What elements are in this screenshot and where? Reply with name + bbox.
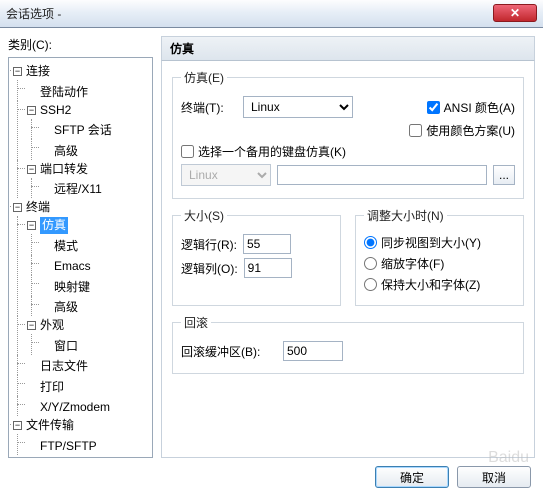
close-button[interactable]: ✕ — [493, 4, 537, 22]
watermark: Baidu — [488, 449, 529, 467]
tree-file-transfer[interactable]: 文件传输 — [26, 417, 74, 434]
tree-remote-x11[interactable]: 远程/X11 — [54, 181, 102, 198]
resize-group: 调整大小时(N) 同步视图到大小(Y) 缩放字体(F) 保持大小和字体(Z) — [355, 207, 524, 306]
resize-sync-radio[interactable]: 同步视图到大小(Y) — [364, 234, 481, 251]
size-group: 大小(S) 逻辑行(R): 逻辑列(O): — [172, 207, 341, 306]
use-scheme-checkbox[interactable]: 使用颜色方案(U) — [409, 122, 515, 139]
collapse-icon[interactable]: − — [13, 203, 22, 212]
browse-button[interactable]: ... — [493, 165, 515, 185]
ok-button[interactable]: 确定 — [375, 466, 449, 488]
tree-terminal[interactable]: 终端 — [26, 199, 50, 216]
collapse-icon[interactable]: − — [13, 67, 22, 76]
tree-modes[interactable]: 模式 — [54, 238, 78, 255]
category-label: 类别(C): — [8, 36, 153, 53]
window-title: 会话选项 - — [6, 5, 61, 22]
scrollback-label: 回滚缓冲区(B): — [181, 343, 277, 360]
emulation-legend: 仿真(E) — [181, 69, 227, 86]
close-icon: ✕ — [510, 6, 520, 20]
scrollback-input[interactable] — [283, 341, 343, 361]
emulation-group: 仿真(E) 终端(T): Linux ANSI 颜色(A) 使用颜色方案(U) … — [172, 69, 524, 199]
resize-legend: 调整大小时(N) — [364, 207, 447, 224]
scrollback-group: 回滚 回滚缓冲区(B): — [172, 314, 524, 374]
tree-login-actions[interactable]: 登陆动作 — [40, 84, 88, 101]
tree-emacs[interactable]: Emacs — [54, 258, 91, 275]
collapse-icon[interactable]: − — [13, 421, 22, 430]
category-tree[interactable]: −连接 登陆动作 −SSH2 SFTP 会话 高级 −端口转发 远程/X11 — [8, 57, 153, 458]
tree-xyzmodem[interactable]: X/Y/Zmodem — [40, 399, 110, 416]
tree-ssh2[interactable]: SSH2 — [40, 102, 71, 119]
collapse-icon[interactable]: − — [27, 165, 36, 174]
collapse-icon[interactable]: − — [27, 221, 36, 230]
terminal-select[interactable]: Linux — [243, 96, 353, 118]
rows-input[interactable] — [243, 234, 291, 254]
size-legend: 大小(S) — [181, 207, 227, 224]
tree-logfile[interactable]: 日志文件 — [40, 358, 88, 375]
tree-mapped-keys[interactable]: 映射键 — [54, 279, 90, 296]
tree-advanced[interactable]: 高级 — [54, 143, 78, 160]
panel-title: 仿真 — [161, 36, 535, 61]
alt-keyboard-checkbox[interactable]: 选择一个备用的键盘仿真(K) — [181, 143, 346, 160]
tree-connection[interactable]: 连接 — [26, 63, 50, 80]
title-bar: 会话选项 - ✕ — [0, 0, 543, 28]
tree-appearance[interactable]: 外观 — [40, 317, 64, 334]
terminal-label: 终端(T): — [181, 99, 237, 116]
cols-input[interactable] — [244, 258, 292, 278]
collapse-icon[interactable]: − — [27, 106, 36, 115]
ansi-color-checkbox[interactable]: ANSI 颜色(A) — [427, 99, 515, 116]
tree-sftp[interactable]: SFTP 会话 — [54, 122, 112, 139]
scrollback-legend: 回滚 — [181, 314, 211, 331]
tree-advanced2[interactable]: 高级 — [54, 299, 78, 316]
tree-port-forward[interactable]: 端口转发 — [40, 161, 88, 178]
resize-keep-radio[interactable]: 保持大小和字体(Z) — [364, 276, 480, 293]
cols-label: 逻辑列(O): — [181, 260, 238, 277]
tree-printing[interactable]: 打印 — [40, 379, 64, 396]
alt-keyboard-select: Linux — [181, 164, 271, 186]
collapse-icon[interactable]: − — [27, 321, 36, 330]
cancel-button[interactable]: 取消 — [457, 466, 531, 488]
rows-label: 逻辑行(R): — [181, 236, 237, 253]
tree-emulation[interactable]: 仿真 — [40, 217, 68, 234]
tree-ftp-sftp[interactable]: FTP/SFTP — [40, 438, 97, 455]
alt-keyboard-path — [277, 165, 487, 185]
tree-window[interactable]: 窗口 — [54, 338, 78, 355]
resize-scale-radio[interactable]: 缩放字体(F) — [364, 255, 444, 272]
